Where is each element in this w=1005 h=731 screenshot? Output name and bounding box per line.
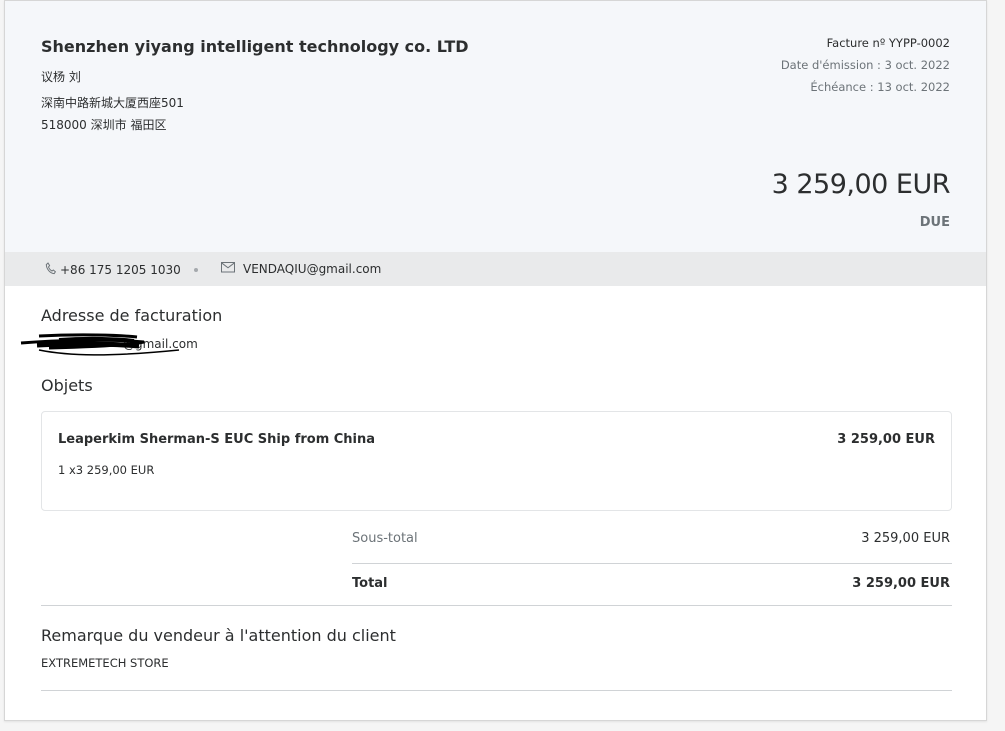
seller-company-name: Shenzhen yiyang intelligent technology c… xyxy=(41,37,469,56)
section-divider xyxy=(41,605,952,606)
bottom-divider xyxy=(41,690,952,691)
total-label: Total xyxy=(352,576,388,591)
invoice-due-date: Échéance : 13 oct. 2022 xyxy=(810,80,950,94)
billing-address-title: Adresse de facturation xyxy=(41,306,223,325)
items-title: Objets xyxy=(41,376,93,395)
invoice-issue-date: Date d'émission : 3 oct. 2022 xyxy=(780,58,950,72)
seller-email-text: VENDAQIU@gmail.com xyxy=(243,262,382,276)
seller-contact-name: 议杨 刘 xyxy=(41,70,81,84)
totals-divider xyxy=(352,563,952,564)
line-item-name: Leaperkim Sherman-S EUC Ship from China xyxy=(58,432,376,447)
separator-dot xyxy=(194,268,198,272)
subtotal-value: 3 259,00 EUR xyxy=(861,531,950,546)
subtotal-label: Sous-total xyxy=(352,531,418,546)
seller-email[interactable]: VENDAQIU@gmail.com xyxy=(221,262,381,276)
line-item-card: Leaperkim Sherman-S EUC Ship from China … xyxy=(41,411,952,511)
invoice-header: Shenzhen yiyang intelligent technology c… xyxy=(5,1,986,252)
invoice-card: Shenzhen yiyang intelligent technology c… xyxy=(4,0,987,721)
amount-due: 3 259,00 EUR xyxy=(771,169,951,200)
seller-address-line2: 518000 深圳市 福田区 xyxy=(41,118,167,132)
status-badge: DUE xyxy=(919,215,950,230)
invoice-number: Facture nº YYPP-0002 xyxy=(826,36,950,50)
seller-contact-bar: +86 175 1205 1030 VENDAQIU@gmail.com xyxy=(5,252,986,286)
seller-phone[interactable]: +86 175 1205 1030 xyxy=(45,262,181,278)
seller-address-line1: 深南中路新城大厦西座501 xyxy=(41,96,184,110)
redaction-scribble xyxy=(20,333,180,356)
phone-icon xyxy=(45,262,60,278)
seller-note-text: EXTREMETECH STORE xyxy=(41,656,169,670)
line-item-amount: 3 259,00 EUR xyxy=(837,432,935,447)
total-value: 3 259,00 EUR xyxy=(852,576,950,591)
seller-phone-text: +86 175 1205 1030 xyxy=(60,263,181,277)
seller-note-title: Remarque du vendeur à l'attention du cli… xyxy=(41,626,396,645)
line-item-quantity: 1 x3 259,00 EUR xyxy=(58,463,155,477)
envelope-icon xyxy=(221,262,243,276)
